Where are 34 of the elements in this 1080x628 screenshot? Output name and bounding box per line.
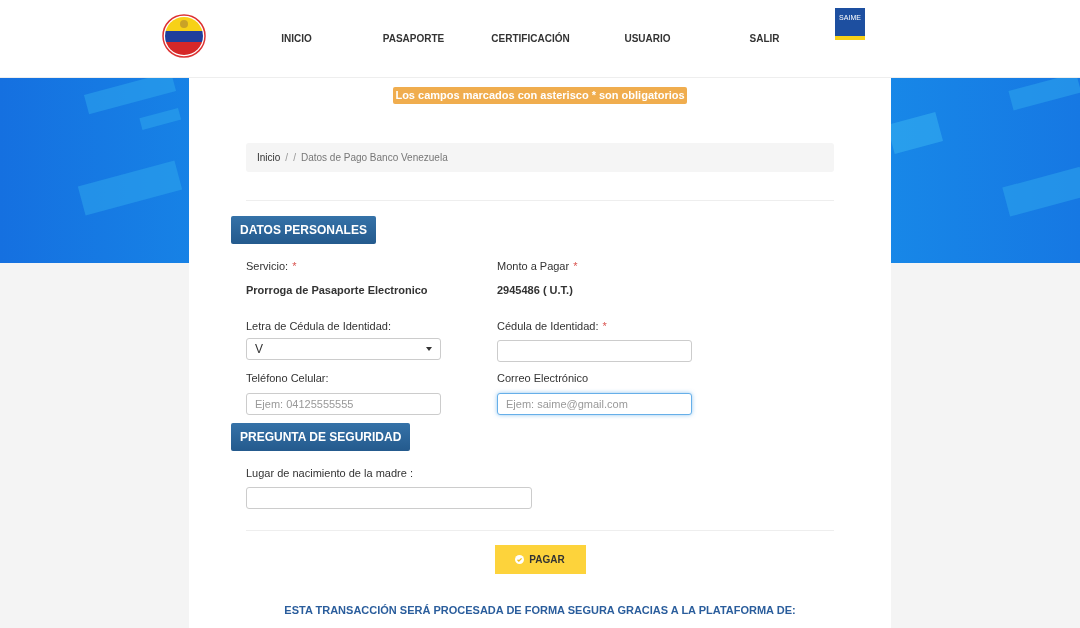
input-field[interactable]: Ejem: saime@gmail.com (497, 392, 692, 415)
breadcrumb-separator: / (293, 150, 296, 165)
nav-link[interactable]: USUARIO (589, 31, 706, 46)
field-label: Correo Electrónico (497, 372, 589, 384)
input-field[interactable]: Ejem: 04125555555 (246, 392, 441, 415)
required-mark: * (573, 259, 578, 272)
nav-link[interactable]: PASAPORTE (355, 31, 472, 46)
field-label: Cédula de Identidad: (497, 319, 599, 332)
required-fields-notice: Los campos marcados con asterisco * son obligatorios (393, 87, 687, 104)
field-value: Prorroga de Pasaporte Electronico (246, 283, 429, 298)
breadcrumb-separator: / (285, 150, 289, 165)
letter-select[interactable]: V (246, 338, 441, 360)
field-label: Servicio: (246, 259, 289, 272)
section-header: DATOS PERSONALES (231, 215, 376, 244)
required-mark: * (292, 259, 297, 272)
section-header: PREGUNTA DE SEGURIDAD (231, 422, 411, 451)
required-mark: * (602, 319, 607, 332)
pay-button[interactable]: PAGAR (494, 545, 586, 574)
field-label: Monto a Pagar (497, 259, 570, 272)
input-field[interactable] (246, 487, 532, 509)
field-label: Letra de Cédula de Identidad: (246, 319, 391, 332)
input-field[interactable] (497, 340, 692, 362)
caret-icon (426, 347, 432, 351)
seal-logo-icon (162, 14, 206, 58)
check-circle-icon (515, 555, 525, 564)
breadcrumb-link[interactable]: Inicio (257, 149, 281, 165)
breadcrumb-current: Datos de Pago Banco Venezuela (300, 150, 448, 165)
field-label: Lugar de nacimiento de la madre : (246, 466, 413, 479)
secure-transaction-note: ESTA TRANSACCIÓN SERÁ PROCESADA DE FORMA SEGURA GRACIAS A LA PLATAFORMA DE: (284, 603, 796, 618)
nav-link[interactable]: INICIO (238, 31, 355, 46)
nav-link[interactable]: CERTIFICACIÓN (472, 31, 589, 46)
nav-link[interactable]: SALIR (706, 31, 823, 46)
field-value: 2945486 ( U.T.) (497, 283, 574, 298)
field-label: Teléfono Celular: (246, 372, 329, 384)
